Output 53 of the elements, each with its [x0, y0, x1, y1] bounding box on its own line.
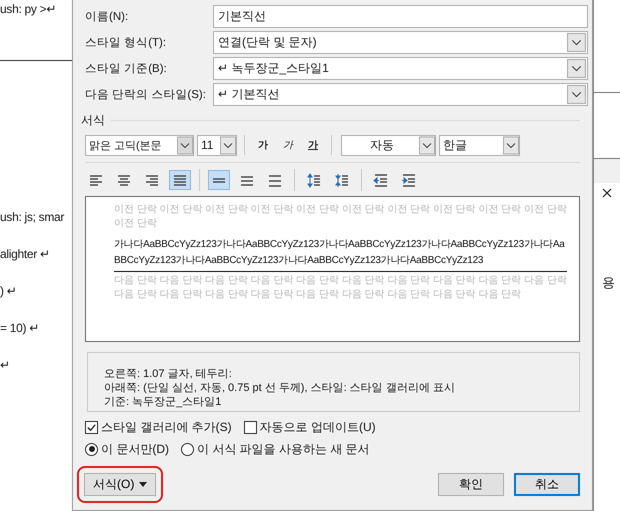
previous-paragraph-text: 이전 단락 이전 단락 이전 단락 이전 단락 이전 단락 이전 단락 이전 단락 이전 단락 이전 단락 이전 단락 이전 단락 — [114, 203, 567, 231]
checkbox-label[interactable]: 스타일 갤러리에 추가(S) — [101, 418, 232, 436]
spacing-increase-icon — [306, 172, 322, 188]
size-dropdown[interactable]: 11 — [197, 134, 237, 156]
description-text: 아래쪽: (단일 실선, 자동, 0.75 pt 선 두께), 스타일: 스타일 갤러리에 표시 — [104, 381, 456, 395]
dropdown[interactable]: ↵ 녹두장군_스타일1 — [213, 57, 588, 80]
checkbox[interactable] — [85, 420, 98, 434]
double-spacing-icon — [267, 172, 283, 188]
document-text: alighter ↵ — [0, 246, 50, 262]
spacing-decrease-icon — [334, 172, 350, 188]
checkbox[interactable] — [244, 420, 257, 434]
field-label: 스타일 형식(T): — [85, 36, 168, 51]
document-text: 용 — [602, 274, 615, 292]
align-center-icon — [116, 172, 132, 188]
text-field[interactable]: 기본직선 — [213, 5, 588, 28]
document-text: ) ↵ — [0, 282, 16, 300]
color-dropdown[interactable]: 자동 — [341, 134, 436, 156]
document-text: ↵ — [0, 356, 10, 374]
checkbox-label[interactable]: 자동으로 업데이트(U) — [260, 418, 376, 436]
radio-button[interactable] — [85, 442, 98, 456]
text-style-button[interactable]: 가 — [252, 136, 274, 154]
document-text: = 10) ↵ — [0, 320, 39, 336]
radio-label[interactable]: 이 서식 파일을 사용하는 새 문서 — [197, 440, 370, 458]
description-text: 오른쪽: 1.07 글자, 테두리: — [104, 367, 233, 381]
field-label: 이름(N): — [85, 10, 130, 25]
field-label: 다음 단락의 스타일(S): — [85, 88, 207, 103]
single-button[interactable] — [208, 170, 230, 190]
font-dropdown[interactable]: 맑은 고딕(본문 — [85, 134, 194, 156]
cancel-button[interactable]: 취소 — [514, 473, 580, 496]
field-label: 스타일 기준(B): — [85, 62, 168, 77]
format-menu-button[interactable]: 서식(O) — [84, 473, 156, 496]
close-icon[interactable] — [602, 188, 612, 198]
document-text: ush: py >↵ — [0, 1, 56, 18]
text-style-button[interactable]: 가 — [302, 136, 324, 154]
radio-label[interactable]: 이 문서만(D) — [101, 440, 169, 458]
next-paragraph-text: 다음 단락 다음 단락 다음 단락 다음 단락 다음 단락 다음 단락 다음 단락 다음 단락 다음 단락 다음 단락 다음 단락 다음 단락 다음 단락 다음 단락 다음 단락 다음 단락 다음 단락 다음 단락 다음 단락 — [114, 274, 567, 302]
indent-increase-icon — [401, 172, 417, 188]
description-text: 기준: 녹두장군_스타일1 — [104, 395, 222, 409]
align-left-icon — [88, 172, 104, 188]
sample-text: 가나다AaBBCcYyZz123가나다AaBBCcYyZz123가나다AaBBCcYyZz123가나다AaBBCcYyZz123가나다AaBBCcYyZz123가나다AaBBCcYyZz123가나다AaBBCcYyZz123가나다AaBBCcYyZz123 — [114, 237, 567, 272]
text-style-button[interactable]: 가 — [277, 136, 299, 154]
dropdown[interactable]: ↵ 기본직선 — [213, 83, 588, 106]
document-text: ush: js; smar — [0, 208, 64, 226]
justify-button[interactable] — [169, 170, 191, 190]
align-right-icon — [144, 172, 160, 188]
section-title: 서식 — [81, 112, 105, 129]
language-dropdown[interactable]: 한글 — [439, 134, 520, 156]
indent-decrease-icon — [373, 172, 389, 188]
justify-icon — [172, 172, 188, 188]
dropdown[interactable]: 연결(단락 및 문자) — [213, 31, 588, 54]
caret-icon — [139, 482, 148, 487]
ok-button[interactable]: 확인 — [438, 473, 504, 496]
radio-button[interactable] — [181, 442, 194, 456]
